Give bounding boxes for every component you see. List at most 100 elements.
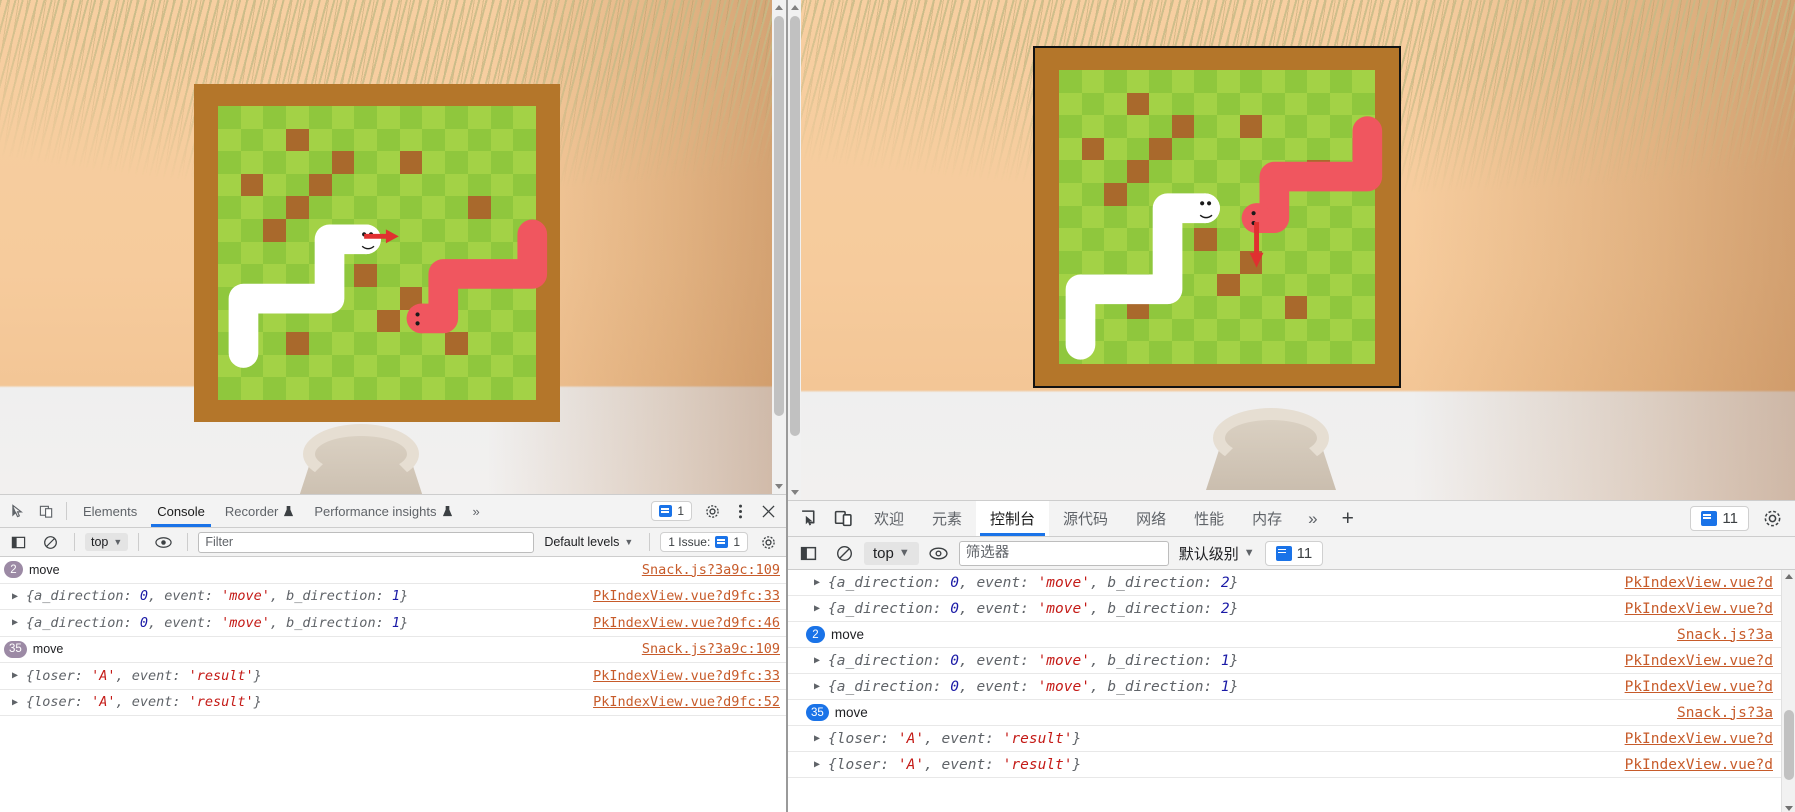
game-board-grid[interactable] [218,106,536,400]
console-sidebar-icon[interactable] [792,540,824,566]
expand-object-triangle-icon[interactable]: ▶ [814,577,820,588]
console-message-row[interactable]: 35 move Snack.js?3a9c:109 [0,637,786,663]
clear-console-icon[interactable] [36,529,64,555]
tab-elements[interactable]: Elements [73,495,147,527]
console-filter-input-left[interactable]: Filter [198,531,535,553]
console-source-link[interactable]: PkIndexView.vue?d [1625,757,1779,773]
tab-console[interactable]: 控制台 [976,501,1050,536]
tab-performance[interactable]: 性能 [1180,501,1238,536]
clear-console-icon[interactable] [828,540,860,566]
console-source-link[interactable]: PkIndexView.vue?d [1625,679,1779,695]
console-source-link[interactable]: PkIndexView.vue?d [1625,731,1779,747]
tab-sources[interactable]: 源代码 [1049,501,1122,536]
board-cell-grass [240,241,264,265]
execution-context-selector-right[interactable]: top ▼ [864,541,919,565]
inspect-element-icon[interactable] [4,498,32,524]
more-tabs-button[interactable]: » [463,495,490,527]
add-tab-button[interactable]: + [1330,501,1366,536]
page-scrollbar-right[interactable] [788,0,801,500]
board-cell-grass [1262,318,1285,342]
console-filter-input-right[interactable]: 筛选器 [958,540,1169,566]
board-cell-grass [308,151,332,174]
expand-object-triangle-icon[interactable]: ▶ [814,655,820,666]
inspect-element-icon[interactable] [792,506,826,532]
issues-counter-chip-right[interactable]: 11 [1690,506,1749,531]
device-toolbar-icon[interactable] [826,506,860,532]
console-message-row[interactable]: ▶ {a_direction: 0, event: 'move', b_direc… [788,674,1795,700]
console-message-row[interactable]: 2 move Snack.js?3a [788,622,1795,648]
board-cell-grass [490,332,514,355]
board-cell-grass [1352,205,1375,229]
console-message-row[interactable]: ▶ {loser: 'A', event: 'result'} PkIndexVie… [788,752,1795,778]
console-source-link[interactable]: PkIndexView.vue?d [1625,601,1779,617]
console-message-list-right[interactable]: ▶ {a_direction: 0, event: 'move', b_direc… [788,570,1795,812]
expand-object-triangle-icon[interactable]: ▶ [814,681,820,692]
execution-context-selector-left[interactable]: top ▼ [85,533,129,551]
tab-elements[interactable]: 元素 [918,501,976,536]
console-source-link[interactable]: Snack.js?3a [1677,705,1779,721]
tab-memory[interactable]: 内存 [1238,501,1296,536]
console-settings-gear-icon[interactable] [754,529,782,555]
more-tabs-button[interactable]: » [1296,501,1329,536]
board-cell-grass [218,173,241,197]
expand-object-triangle-icon[interactable]: ▶ [814,759,820,770]
expand-object-triangle-icon[interactable]: ▶ [814,733,820,744]
expand-object-triangle-icon[interactable]: ▶ [814,603,820,614]
console-source-link[interactable]: Snack.js?3a9c:109 [642,641,786,657]
scroll-up-arrow[interactable] [1785,574,1793,579]
tab-welcome[interactable]: 欢迎 [860,501,918,536]
console-message-row[interactable]: ▶ {loser: 'A', event: 'result'} PkIndexVie… [788,726,1795,752]
gear-icon[interactable] [1755,506,1789,532]
tab-network[interactable]: 网络 [1122,501,1180,536]
console-source-link[interactable]: PkIndexView.vue?d9fc:52 [593,694,786,710]
console-message-row[interactable]: ▶ {a_direction: 0, event: 'move', b_direc… [788,648,1795,674]
console-issues-chip-right[interactable]: 11 [1264,540,1324,566]
log-level-selector-right[interactable]: 默认级别 ▼ [1173,543,1261,564]
tab-performance-insights[interactable]: Performance insights [304,495,462,527]
console-message-row[interactable]: ▶ {a_direction: 0, event: 'move', b_direc… [788,596,1795,622]
console-source-link[interactable]: PkIndexView.vue?d9fc:33 [593,588,786,604]
expand-object-triangle-icon[interactable]: ▶ [12,617,18,628]
game-board-grid[interactable] [1059,70,1375,364]
board-cell-grass [286,241,309,265]
log-level-selector-left[interactable]: Default levels ▼ [538,535,639,549]
console-source-link[interactable]: Snack.js?3a9c:109 [642,562,786,578]
expand-object-triangle-icon[interactable]: ▶ [12,591,18,602]
expand-object-triangle-icon[interactable]: ▶ [12,670,18,681]
console-issues-chip-left[interactable]: 1 Issue: 1 [660,532,748,552]
scroll-down-arrow[interactable] [1785,806,1793,811]
console-message-row[interactable]: ▶ {loser: 'A', event: 'result'} PkIndexVie… [0,663,786,690]
console-scrollbar-right[interactable] [1781,570,1795,812]
console-source-link[interactable]: PkIndexView.vue?d9fc:33 [593,668,786,684]
tab-console[interactable]: Console [147,495,215,527]
console-source-link[interactable]: Snack.js?3a [1677,627,1779,643]
console-message-row[interactable]: 35 move Snack.js?3a [788,700,1795,726]
page-scrollbar-left[interactable] [772,0,786,494]
console-sidebar-icon[interactable] [4,529,32,555]
console-message-row[interactable]: ▶ {a_direction: 0, event: 'move', b_direc… [0,610,786,637]
console-source-link[interactable]: PkIndexView.vue?d9fc:46 [593,615,786,631]
console-message-row[interactable]: ▶ {a_direction: 0, event: 'move', b_direc… [0,584,786,610]
gear-icon[interactable] [698,498,726,524]
console-message-row[interactable]: ▶ {a_direction: 0, event: 'move', b_direc… [788,570,1795,596]
console-message-row[interactable]: ▶ {loser: 'A', event: 'result'} PkIndexVie… [0,690,786,716]
board-cell-grass [467,128,491,152]
scrollbar-thumb[interactable] [1784,710,1794,780]
kebab-menu-icon[interactable] [726,498,754,524]
board-cell-grass [513,241,536,265]
live-expression-icon[interactable] [149,529,177,555]
console-source-link[interactable]: PkIndexView.vue?d [1625,653,1779,669]
board-cell-grass [1149,183,1172,206]
live-expression-icon[interactable] [923,540,955,566]
close-icon[interactable] [754,498,782,524]
console-message-list-left[interactable]: 2 move Snack.js?3a9c:109 ▶ {a_direction: 0, … [0,557,786,776]
tab-recorder[interactable]: Recorder [215,495,304,527]
console-source-link[interactable]: PkIndexView.vue?d [1625,575,1779,591]
console-message-row[interactable]: 2 move Snack.js?3a9c:109 [0,557,786,584]
device-toolbar-icon[interactable] [32,498,60,524]
board-cell-grass [513,196,536,220]
board-cell-grass [1284,70,1308,93]
expand-object-triangle-icon[interactable]: ▶ [12,697,18,708]
board-cell-grass [218,332,241,355]
issues-counter-chip-left[interactable]: 1 [651,501,692,521]
